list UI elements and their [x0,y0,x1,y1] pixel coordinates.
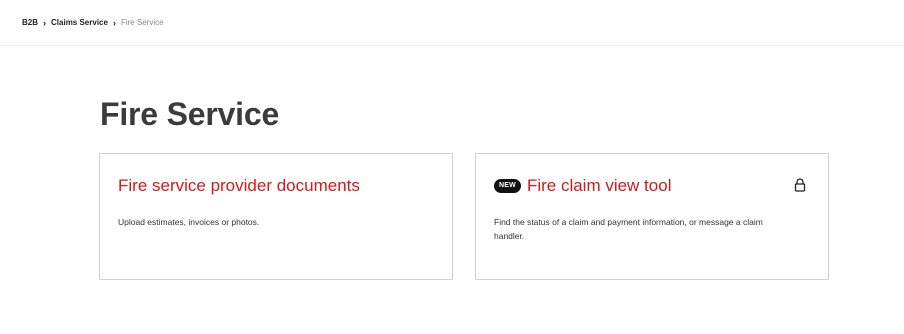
new-badge: NEW [494,179,521,193]
chevron-right-icon: › [43,18,47,28]
card-title-link[interactable]: Fire service provider documents [118,175,360,197]
chevron-right-icon: › [112,18,116,28]
lock-icon [794,178,806,192]
page-title: Fire Service [100,96,280,132]
card-fire-service-provider-documents[interactable]: Fire service provider documents Upload e… [99,153,453,280]
card-description: Find the status of a claim and payment i… [494,217,763,241]
breadcrumb-current: Fire Service [120,18,164,27]
card-fire-claim-view-tool[interactable]: NEW Fire claim view tool Find the status… [475,153,829,280]
card-description: Upload estimates, invoices or photos. [118,217,260,227]
breadcrumb: B2B › Claims Service › Fire Service [22,18,164,28]
card-title-row: NEW Fire claim view tool [494,175,671,197]
breadcrumb-link-claims-service[interactable]: Claims Service [51,18,108,28]
card-title-row: Fire service provider documents [118,175,360,197]
breadcrumb-bar: B2B › Claims Service › Fire Service [0,0,904,46]
card-title-link[interactable]: Fire claim view tool [527,175,672,197]
breadcrumb-link-b2b[interactable]: B2B [22,18,38,28]
